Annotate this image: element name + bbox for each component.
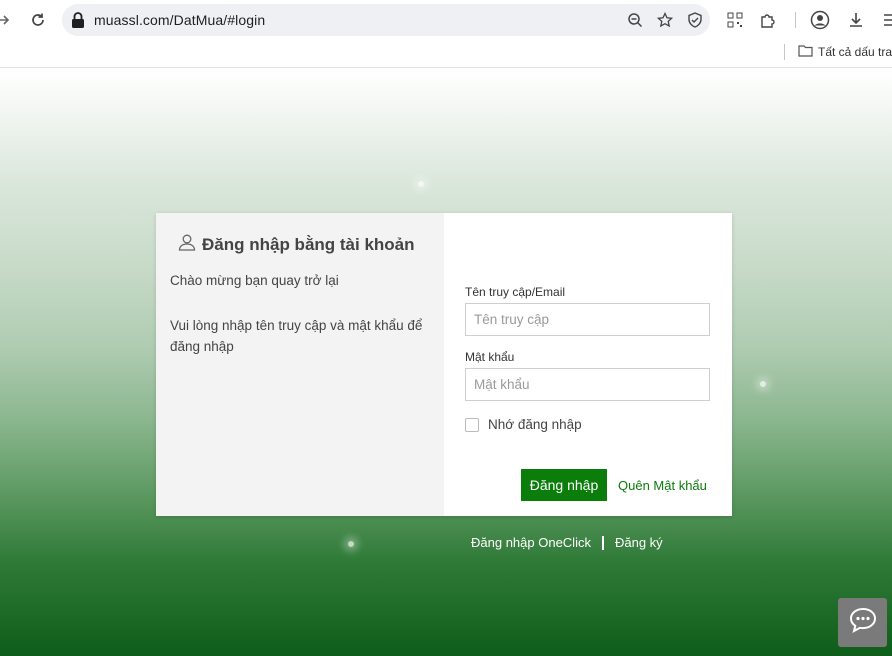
- remember-checkbox[interactable]: [465, 417, 479, 432]
- login-title: Đăng nhập bằng tài khoản: [202, 234, 415, 254]
- username-label: Tên truy cập/Email: [465, 285, 566, 299]
- address-bar[interactable]: muassl.com/DatMua/#login: [62, 4, 710, 36]
- browser-toolbar: muassl.com/DatMua/#login: [0, 0, 892, 40]
- login-title-row: Đăng nhập bằng tài khoản: [178, 233, 415, 256]
- page-background: Đăng nhập bằng tài khoản Chào mừng bạn q…: [0, 69, 892, 656]
- lock-icon[interactable]: [70, 11, 86, 34]
- toolbar-divider: [795, 12, 796, 28]
- profile-icon[interactable]: [810, 10, 830, 30]
- forgot-password-link[interactable]: Quên Mật khẩu: [618, 478, 707, 493]
- reload-icon[interactable]: [27, 9, 49, 31]
- login-button[interactable]: Đăng nhập: [521, 469, 607, 501]
- puzzle-icon[interactable]: [758, 10, 778, 30]
- login-info-panel: Đăng nhập bằng tài khoản Chào mừng bạn q…: [156, 213, 444, 516]
- remember-me[interactable]: Nhớ đăng nhập: [465, 417, 582, 432]
- chat-icon: [849, 607, 877, 638]
- forward-icon[interactable]: [0, 9, 14, 31]
- login-hint-text: Vui lòng nhập tên truy cập và mật khẩu đ…: [170, 318, 423, 354]
- shield-icon[interactable]: [686, 11, 704, 29]
- user-icon: [178, 233, 196, 256]
- menu-icon[interactable]: [880, 10, 892, 30]
- star-icon[interactable]: [656, 11, 674, 29]
- login-form: Tên truy cập/Email Mật khẩu Nhớ đăng nhậ…: [444, 213, 732, 516]
- register-link[interactable]: Đăng ký: [615, 535, 663, 550]
- chat-button[interactable]: [838, 598, 887, 647]
- qr-code-icon[interactable]: [725, 10, 745, 30]
- alt-login-links: Đăng nhập OneClick Đăng ký: [471, 535, 663, 550]
- login-card: Đăng nhập bằng tài khoản Chào mừng bạn q…: [156, 213, 732, 516]
- bookmarks-bar: [0, 40, 892, 68]
- oneclick-login-link[interactable]: Đăng nhập OneClick: [471, 535, 591, 550]
- remember-label: Nhớ đăng nhập: [488, 417, 582, 432]
- glow-dot: [760, 381, 766, 387]
- url-text: muassl.com/DatMua/#login: [94, 12, 266, 28]
- bookmarks-divider: [784, 44, 785, 60]
- bookmarks-folder-label: Tất cả dấu trang: [818, 45, 892, 59]
- bookmarks-all-folder[interactable]: Tất cả dấu trang: [798, 44, 892, 60]
- folder-icon: [798, 44, 813, 60]
- link-separator: [601, 535, 604, 550]
- password-input[interactable]: [465, 368, 710, 401]
- welcome-text: Chào mừng bạn quay trở lại: [170, 273, 339, 288]
- zoom-out-icon[interactable]: [626, 11, 644, 29]
- password-label: Mật khẩu: [465, 350, 515, 364]
- glow-dot: [418, 181, 424, 187]
- username-input[interactable]: [465, 303, 710, 336]
- download-icon[interactable]: [846, 10, 866, 30]
- glow-dot: [348, 541, 354, 547]
